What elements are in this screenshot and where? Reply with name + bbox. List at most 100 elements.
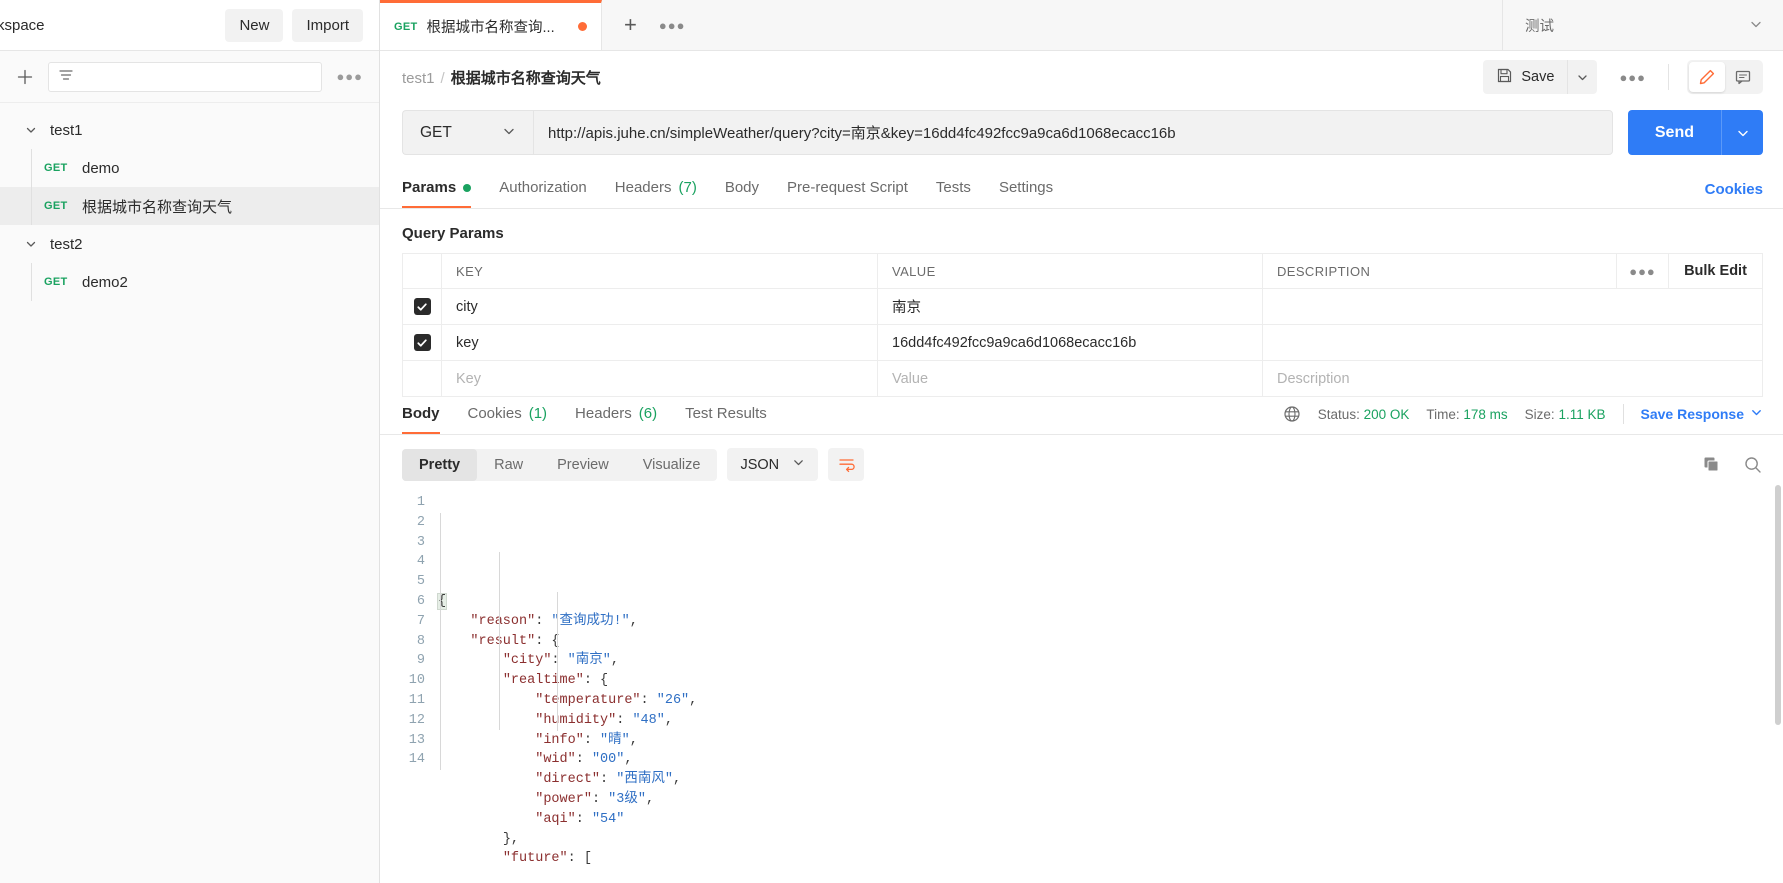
save-icon [1496,67,1513,88]
chevron-down-icon [502,124,516,141]
view-mode-visualize[interactable]: Visualize [626,449,718,481]
tab-tests[interactable]: Tests [936,179,971,208]
code-line: "info": "晴", [438,731,1783,751]
row-description-cell[interactable] [1262,289,1762,324]
save-response-button[interactable]: Save Response [1641,406,1764,422]
sidebar-request-weather[interactable]: GET 根据城市名称查询天气 [0,187,379,225]
code-token: , [689,692,698,708]
status-value: 200 OK [1363,406,1410,422]
code-token: : [575,811,592,827]
postman-window: rkspace New Import ●●● test1 [0,0,1783,883]
globe-icon[interactable] [1283,405,1301,423]
url-input[interactable]: http://apis.juhe.cn/simpleWeather/query?… [533,110,1613,155]
sidebar-request-demo[interactable]: GET demo [0,149,379,187]
breadcrumb-parent[interactable]: test1 [402,70,435,87]
code-token: "晴" [600,732,630,748]
new-description-input[interactable]: Description [1262,361,1762,396]
code-line: "temperature": "26", [438,691,1783,711]
response-tab-headers[interactable]: Headers (6) [575,405,657,434]
new-key-input[interactable]: Key [441,361,877,396]
view-mode-segmented: Pretty Raw Preview Visualize [402,448,718,481]
sidebar-more-icon[interactable]: ●●● [332,69,367,84]
response-view-controls: Pretty Raw Preview Visualize JSON [380,435,1783,481]
comment-mode-button[interactable] [1725,62,1761,92]
code-token: "temperature" [535,692,641,708]
response-tab-test-results[interactable]: Test Results [685,405,767,434]
code-line: "city": "南京", [438,651,1783,671]
response-status-group: Status: 200 OK Time: 178 ms Size: 1.11 K… [1283,404,1763,434]
view-mode-preview[interactable]: Preview [540,449,626,481]
tab-body[interactable]: Body [725,179,759,208]
request-method: GET [44,200,68,212]
response-scrollbar[interactable] [1774,481,1783,883]
filter-input[interactable] [48,61,323,92]
row-value-cell[interactable]: 南京 [877,289,1262,324]
send-options-button[interactable] [1721,110,1763,155]
save-button[interactable]: Save [1483,60,1568,94]
row-key-cell[interactable]: key [441,325,877,360]
divider [1622,404,1624,424]
request-more-icon[interactable]: ●●● [1619,70,1646,85]
code-token: , [629,732,638,748]
environment-selector[interactable]: 测试 [1503,0,1783,50]
indent-guide [557,592,558,731]
tab-headers[interactable]: Headers (7) [615,179,697,208]
row-checkbox[interactable] [413,334,431,351]
view-mode-raw[interactable]: Raw [477,449,540,481]
row-value-cell[interactable]: 16dd4fc492fcc9a9ca6d1068ecacc16b [877,325,1262,360]
row-key-cell[interactable]: city [441,289,877,324]
code-token: "南京" [567,653,611,669]
response-tab-cookies[interactable]: Cookies (1) [468,405,548,434]
new-tab-icon[interactable]: + [624,12,637,38]
tab-authorization[interactable]: Authorization [499,179,587,208]
import-button[interactable]: Import [292,8,363,42]
format-selector[interactable]: JSON [727,448,819,481]
folder-test1[interactable]: test1 [0,111,379,149]
tab-label: Test Results [685,405,767,422]
view-mode-pretty[interactable]: Pretty [402,448,478,481]
code-token: "西南风" [616,772,673,788]
scrollbar-thumb[interactable] [1775,485,1781,725]
folder-label: test2 [50,235,83,253]
edit-mode-button[interactable] [1689,62,1725,92]
method-selector[interactable]: GET [402,110,533,155]
sidebar-request-demo2[interactable]: GET demo2 [0,263,379,301]
response-body-viewer[interactable]: 1 2 3 4 5 6 7 8 9 10 11 12 13 14 { "reason": "查询成功!",… [380,481,1783,883]
tab-params[interactable]: Params [402,179,472,208]
folder-test2[interactable]: test2 [0,225,379,263]
tab-settings[interactable]: Settings [999,179,1053,208]
send-button[interactable]: Send [1627,110,1721,155]
new-value-input[interactable]: Value [877,361,1262,396]
query-params-title: Query Params [402,225,504,242]
code-token: "result" [470,633,536,649]
code-token: : [591,791,609,807]
chevron-down-icon [1750,406,1763,422]
open-tab-weather[interactable]: GET 根据城市名称查询... [380,0,602,50]
tab-pre-request-script[interactable]: Pre-request Script [787,179,908,208]
response-body-code[interactable]: { "reason": "查询成功!", "result": { "city":… [436,493,1783,883]
save-response-label: Save Response [1640,406,1745,422]
new-button[interactable]: New [225,8,284,42]
save-options-button[interactable] [1567,60,1598,94]
code-token: , [645,791,655,807]
table-empty-row: Key Value Description [403,361,1762,397]
code-token: , [672,772,682,788]
code-token: : [575,752,592,768]
column-description: DESCRIPTION [1262,254,1616,288]
cookies-link[interactable]: Cookies [1705,181,1763,208]
params-more-icon[interactable]: ●●● [1616,254,1668,288]
bulk-edit-button[interactable]: Bulk Edit [1668,254,1762,288]
response-tab-body[interactable]: Body [402,405,440,434]
row-description-cell[interactable] [1262,325,1762,360]
tabbar-actions: + ●●● [602,0,707,50]
row-checkbox[interactable] [413,298,431,315]
code-token: "54" [591,811,625,827]
copy-icon[interactable] [1702,455,1721,474]
wrap-lines-button[interactable] [828,448,865,481]
tabbar-more-icon[interactable]: ●●● [659,18,686,33]
code-token: }, [502,831,520,847]
line-number-gutter: 1 2 3 4 5 6 7 8 9 10 11 12 13 14 [380,493,436,883]
line-number: 10 [408,673,425,689]
search-icon[interactable] [1743,455,1763,475]
add-icon[interactable] [12,64,38,90]
